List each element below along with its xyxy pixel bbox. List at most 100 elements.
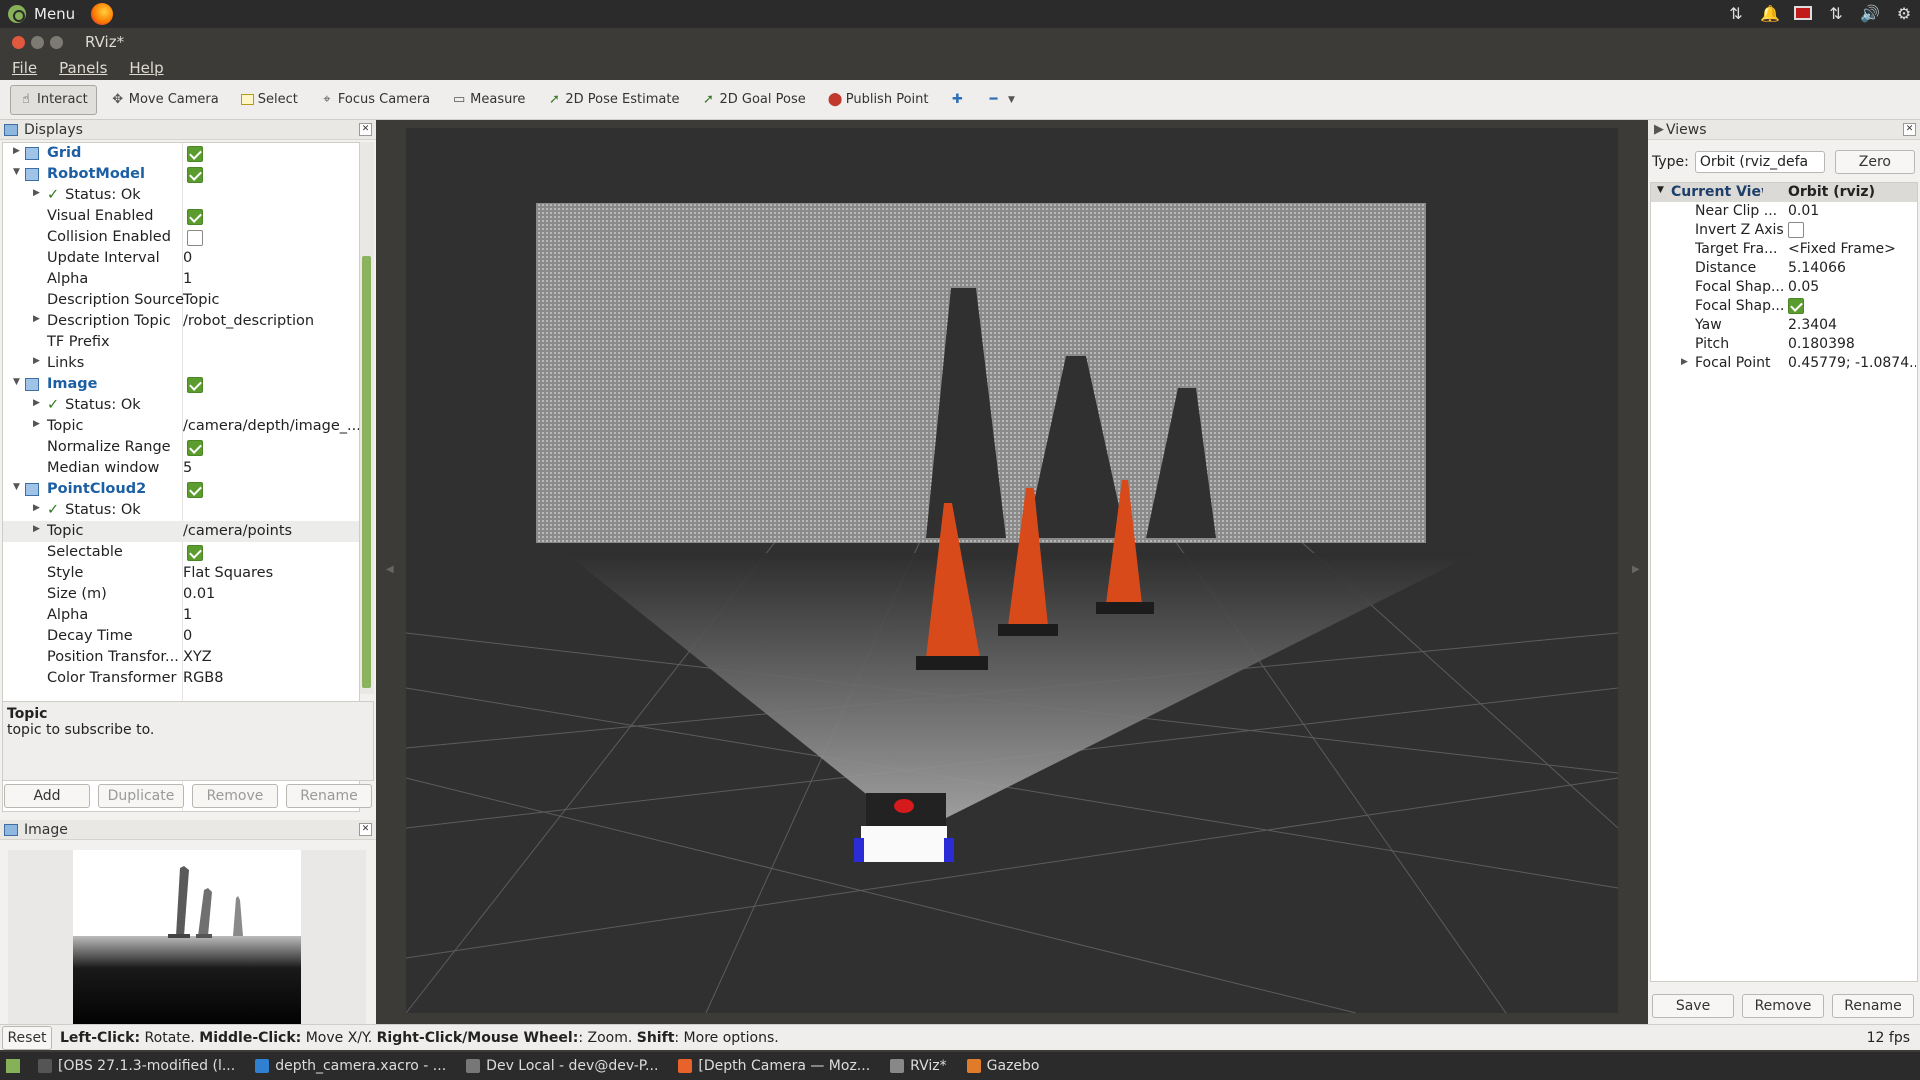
- display-item[interactable]: ▼ PointCloud2: [3, 479, 359, 500]
- close-window-button[interactable]: [12, 35, 25, 49]
- property-value[interactable]: 0: [183, 628, 359, 644]
- view-property-row[interactable]: Focal Shap... 0.05: [1651, 278, 1917, 297]
- property-value[interactable]: /robot_description: [183, 313, 359, 329]
- taskbar-window-button[interactable]: Gazebo: [957, 1052, 1050, 1080]
- duplicate-button[interactable]: Duplicate: [98, 784, 184, 808]
- taskbar-window-button[interactable]: [Depth Camera — Moz...: [668, 1052, 880, 1080]
- property-value[interactable]: 1: [183, 607, 359, 623]
- tool-focus-camera[interactable]: ⌖ Focus Camera: [312, 85, 438, 115]
- property-row[interactable]: ▶ Topic/camera/points: [3, 521, 359, 542]
- view-checkbox[interactable]: [1788, 222, 1804, 238]
- property-value[interactable]: /camera/depth/image_...: [183, 418, 359, 434]
- reset-button[interactable]: Reset: [2, 1025, 52, 1050]
- view-type-select[interactable]: Orbit (rviz_defa: [1694, 151, 1825, 173]
- display-item[interactable]: ▶ Grid: [3, 143, 359, 164]
- expand-arrow-icon[interactable]: ▶: [33, 503, 40, 513]
- collapse-arrow-icon[interactable]: ▼: [13, 377, 20, 387]
- collapse-arrow-icon[interactable]: ▼: [13, 482, 20, 492]
- rename-view-button[interactable]: Rename: [1832, 994, 1914, 1018]
- current-view-header[interactable]: ▼ Current View Orbit (rviz): [1651, 183, 1917, 202]
- transfer-icon[interactable]: ⇅: [1826, 4, 1846, 23]
- property-row[interactable]: Update Interval 0: [3, 248, 359, 269]
- add-tool-button[interactable]: ✚: [942, 85, 972, 115]
- minimize-window-button[interactable]: [31, 35, 44, 49]
- menu-file[interactable]: File: [12, 59, 37, 77]
- taskbar-window-button[interactable]: Dev Local - dev@dev-P...: [456, 1052, 668, 1080]
- display-item[interactable]: ▼ Image: [3, 374, 359, 395]
- displays-scrollbar[interactable]: [360, 142, 374, 694]
- menu-help[interactable]: Help: [129, 59, 163, 77]
- tool-select[interactable]: Select: [233, 85, 306, 115]
- property-row[interactable]: Color Transformer RGB8: [3, 668, 359, 689]
- collapse-arrow-icon[interactable]: ▼: [13, 167, 20, 177]
- close-panel-button[interactable]: ✕: [1903, 123, 1916, 136]
- add-button[interactable]: Add: [4, 784, 90, 808]
- display-item[interactable]: ▼ RobotModel: [3, 164, 359, 185]
- property-row[interactable]: Size (m) 0.01: [3, 584, 359, 605]
- property-row[interactable]: Median window 5: [3, 458, 359, 479]
- property-value[interactable]: Topic: [183, 292, 359, 308]
- expand-arrow-icon[interactable]: ▶: [13, 146, 20, 156]
- show-desktop-icon[interactable]: [6, 1059, 20, 1073]
- property-value[interactable]: 5: [183, 460, 359, 476]
- rename-button[interactable]: Rename: [286, 784, 372, 808]
- view-property-value[interactable]: 0.05: [1788, 279, 1916, 295]
- enable-checkbox[interactable]: [187, 230, 203, 246]
- status-row[interactable]: ▶ ✓ Status: Ok: [3, 185, 359, 206]
- status-row[interactable]: ▶ ✓ Status: Ok: [3, 395, 359, 416]
- enable-checkbox[interactable]: [187, 440, 203, 456]
- property-value[interactable]: Flat Squares: [183, 565, 359, 581]
- property-value[interactable]: RGB8: [183, 670, 359, 686]
- view-property-row[interactable]: Focal Shap...: [1651, 297, 1917, 316]
- view-property-row[interactable]: Target Fra... <Fixed Frame>: [1651, 240, 1917, 259]
- remove-tool-button[interactable]: ━ ▼: [978, 85, 1026, 115]
- close-panel-button[interactable]: ✕: [359, 123, 372, 136]
- property-row[interactable]: TF Prefix: [3, 332, 359, 353]
- enable-checkbox[interactable]: [187, 167, 203, 183]
- 3d-render-view[interactable]: [406, 128, 1618, 1013]
- property-row[interactable]: Alpha 1: [3, 605, 359, 626]
- bell-icon[interactable]: 🔔: [1760, 4, 1780, 23]
- property-row[interactable]: Description Source Topic: [3, 290, 359, 311]
- collapse-right-handle-icon[interactable]: ▶: [1632, 564, 1640, 575]
- tool-2d-goal-pose[interactable]: ➚ 2D Goal Pose: [693, 85, 813, 115]
- taskbar-window-button[interactable]: RViz*: [880, 1052, 956, 1080]
- tool-measure[interactable]: ▭ Measure: [444, 85, 533, 115]
- expand-arrow-icon[interactable]: ▶: [33, 356, 40, 366]
- tool-move-camera[interactable]: ✥ Move Camera: [103, 85, 227, 115]
- tool-interact[interactable]: ☝ Interact: [10, 84, 97, 115]
- remove-view-button[interactable]: Remove: [1742, 994, 1824, 1018]
- property-row[interactable]: Alpha 1: [3, 269, 359, 290]
- remove-button[interactable]: Remove: [192, 784, 278, 808]
- view-property-value[interactable]: <Fixed Frame>: [1788, 241, 1916, 257]
- property-row[interactable]: Position Transfor... XYZ: [3, 647, 359, 668]
- view-property-row[interactable]: Yaw 2.3404: [1651, 316, 1917, 335]
- maximize-window-button[interactable]: [50, 35, 63, 49]
- property-value[interactable]: 0.01: [183, 586, 359, 602]
- view-property-row[interactable]: Distance 5.14066: [1651, 259, 1917, 278]
- view-property-row[interactable]: ▶ Focal Point 0.45779; -1.0874...: [1651, 354, 1917, 373]
- firefox-launcher-icon[interactable]: [91, 3, 114, 25]
- enable-checkbox[interactable]: [187, 545, 203, 561]
- view-property-value[interactable]: 0.45779; -1.0874...: [1788, 355, 1916, 371]
- property-value[interactable]: /camera/points: [183, 523, 359, 539]
- expand-arrow-icon[interactable]: ▼: [1657, 185, 1664, 195]
- view-property-row[interactable]: Pitch 0.180398: [1651, 335, 1917, 354]
- expand-arrow-icon[interactable]: ▶: [33, 314, 40, 324]
- network-icon[interactable]: ⇅: [1726, 4, 1746, 23]
- views-tree[interactable]: ▼ Current View Orbit (rviz) Near Clip ..…: [1650, 182, 1918, 982]
- settings-icon[interactable]: ⚙: [1894, 4, 1914, 23]
- scrollbar-thumb[interactable]: [362, 256, 371, 688]
- expand-arrow-icon[interactable]: ▶: [33, 398, 40, 408]
- property-row[interactable]: Selectable: [3, 542, 359, 563]
- status-row[interactable]: ▶ ✓ Status: Ok: [3, 500, 359, 521]
- view-property-value[interactable]: 0.01: [1788, 203, 1916, 219]
- tool-publish-point[interactable]: ⬤ Publish Point: [820, 85, 937, 115]
- tool-2d-pose-estimate[interactable]: ➚ 2D Pose Estimate: [539, 85, 687, 115]
- enable-checkbox[interactable]: [187, 209, 203, 225]
- view-property-value[interactable]: 5.14066: [1788, 260, 1916, 276]
- property-value[interactable]: XYZ: [183, 649, 359, 665]
- property-value[interactable]: 0: [183, 250, 359, 266]
- taskbar-window-button[interactable]: [OBS 27.1.3-modified (l...: [28, 1052, 245, 1080]
- enable-checkbox[interactable]: [187, 482, 203, 498]
